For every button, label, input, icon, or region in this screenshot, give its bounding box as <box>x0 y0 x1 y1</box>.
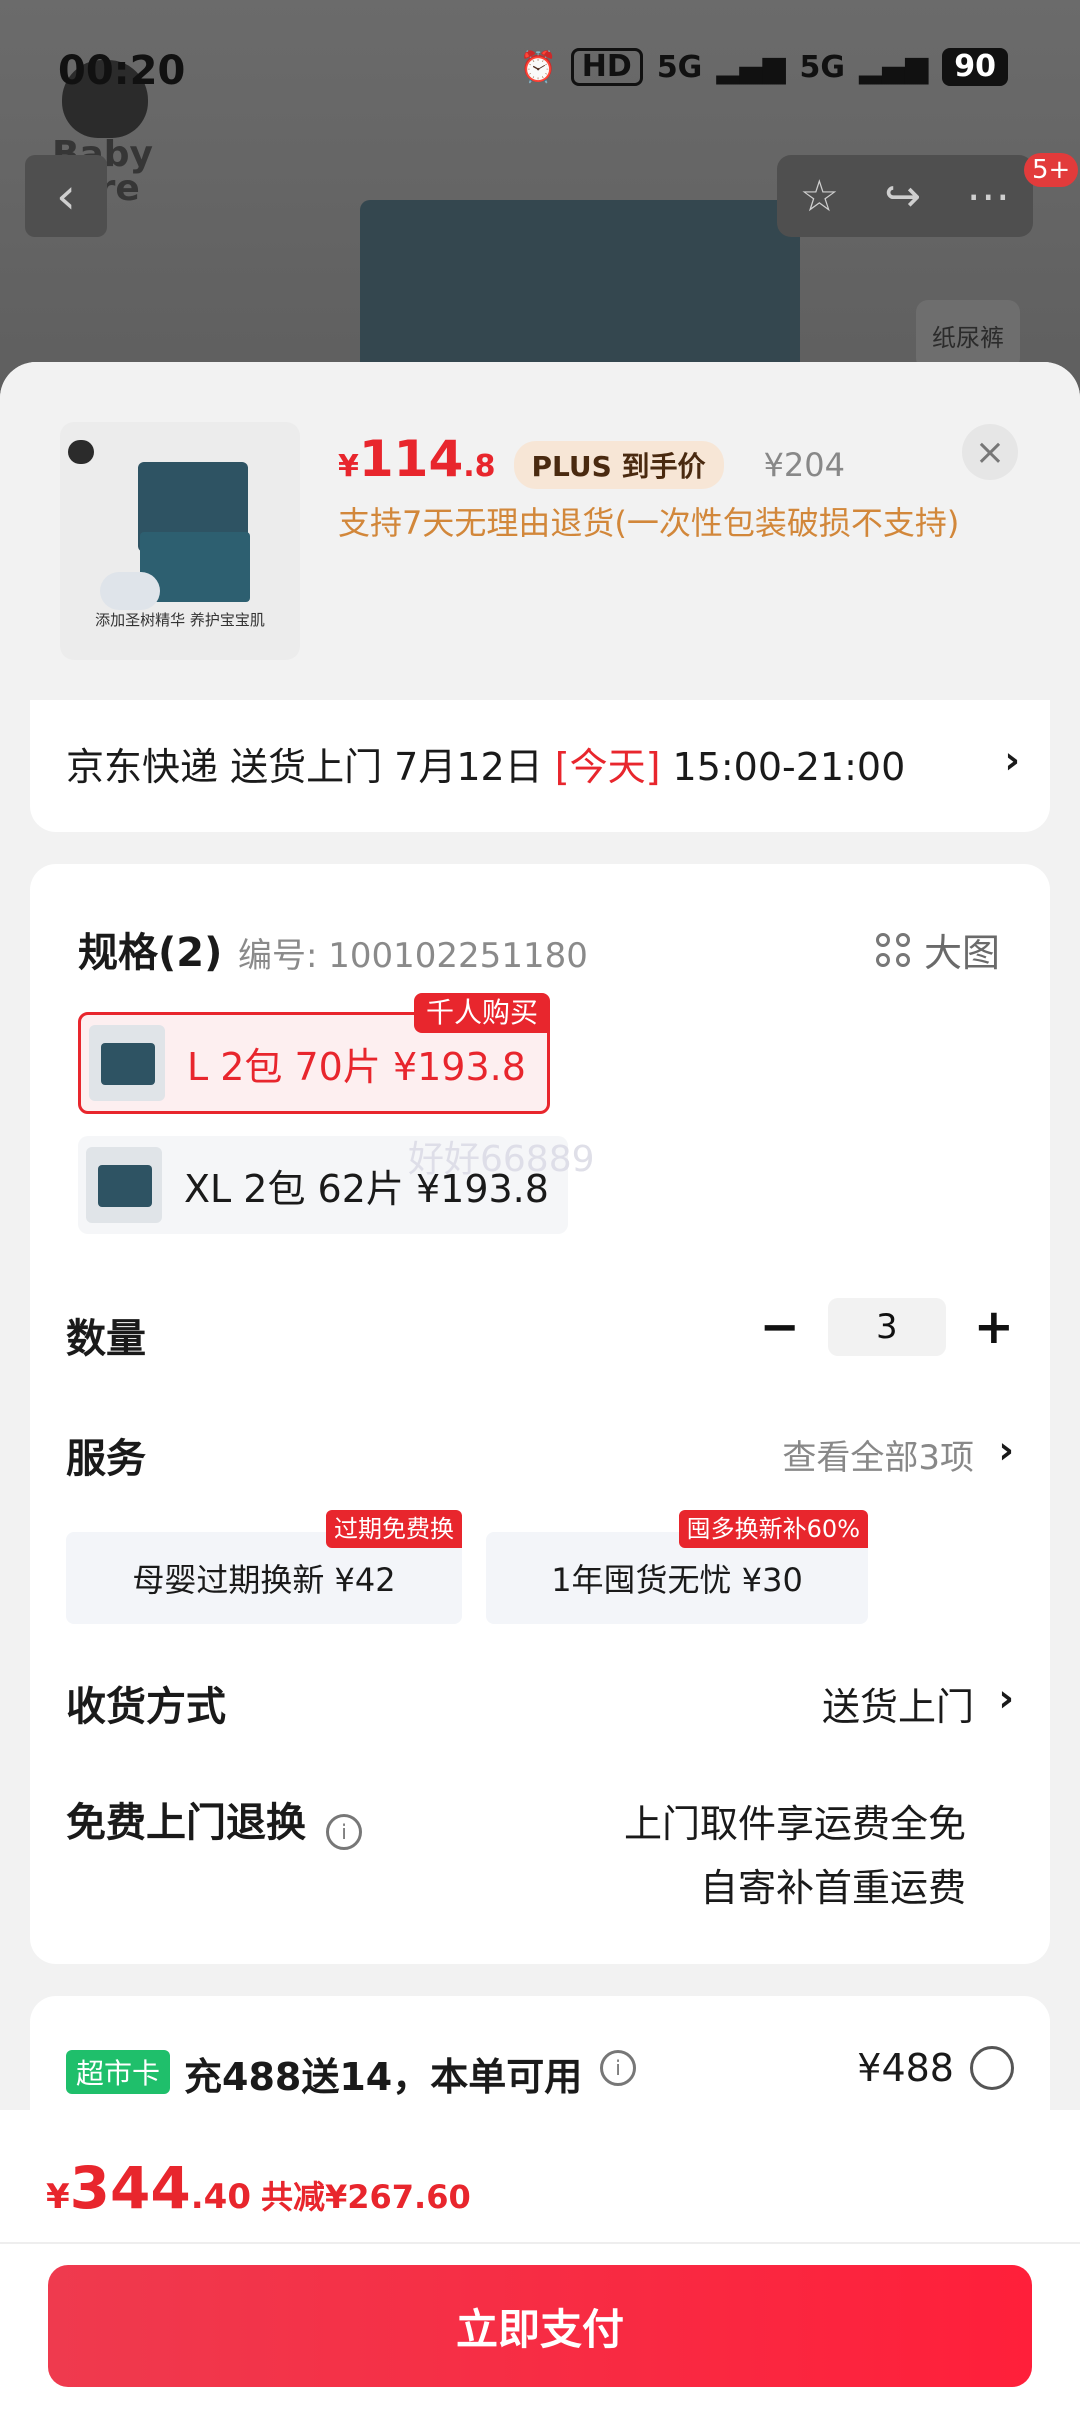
service-option-expiry[interactable]: 母婴过期换新 ¥42 过期免费换 <box>66 1510 462 1624</box>
battery-icon: 90 <box>942 48 1008 86</box>
signal-bars-icon-2: ▂▄▆ <box>859 49 929 85</box>
original-price: ¥204 <box>763 446 845 484</box>
alarm-icon: ⏰ <box>519 49 557 85</box>
delivery-window: 15:00-21:00 <box>660 745 906 789</box>
receive-label: 收货方式 <box>66 1684 226 1730</box>
status-bar-icons: ⏰ HD 5G ▂▄▆ 5G ▂▄▆ 90 <box>519 48 1008 86</box>
signal-5g-icon-2: 5G <box>799 49 846 85</box>
info-icon[interactable]: i <box>326 1813 362 1850</box>
delivery-info: 京东快递 送货上门 7月12日 <box>66 745 555 789</box>
watermark: 好好66889 <box>408 1139 595 1180</box>
quantity-stepper: − 3 + <box>760 1298 1014 1356</box>
more-icon[interactable]: ⋯ <box>966 171 1010 222</box>
delivery-row[interactable]: 京东快递 送货上门 7月12日 [今天] 15:00-21:00 › <box>30 700 1050 832</box>
chevron-right-icon: › <box>998 1676 1014 1720</box>
product-hero-image <box>360 200 800 380</box>
service-option-stock[interactable]: 1年囤货无忧 ¥30 囤多换新补60% <box>486 1510 868 1624</box>
share-icon[interactable]: ↪ <box>884 171 921 222</box>
product-code: 编号: 100102251180 <box>238 936 588 976</box>
chevron-right-icon: › <box>1004 738 1020 782</box>
option-thumbnail <box>86 1147 162 1223</box>
thumbnail-caption: 添加圣树精华 养护宝宝肌 <box>95 611 265 629</box>
plus-price-label: PLUS 到手价 <box>513 441 724 489</box>
free-return-detail: 上门取件享运费全免 自寄补首重运费 <box>623 1802 966 1910</box>
quantity-row: 数量 − 3 + <box>66 1298 1014 1364</box>
sheet-header: 添加圣树精华 养护宝宝肌 ¥114.8 PLUS 到手价 ¥204 支持7天无理… <box>0 362 1080 702</box>
category-tag[interactable]: 纸尿裤 <box>916 300 1020 370</box>
message-count-badge: 5+ <box>1024 153 1079 187</box>
checkout-bar: ¥344.40 共减¥267.60 立即支付 <box>0 2110 1080 2412</box>
purchase-sheet: 添加圣树精华 养护宝宝肌 ¥114.8 PLUS 到手价 ¥204 支持7天无理… <box>0 362 1080 2412</box>
close-icon: × <box>974 431 1006 473</box>
view-all-services[interactable]: 查看全部3项 <box>782 1430 974 1479</box>
service-badge: 囤多换新补60% <box>678 1510 868 1548</box>
divider <box>0 2242 1080 2244</box>
top-action-bar: ☆ ↪ ⋯ <box>777 155 1033 237</box>
supermarket-card-offer: 充488送14，本单可用 <box>184 2055 583 2099</box>
receive-method-row[interactable]: 收货方式 送货上门 › <box>66 1674 1014 1732</box>
free-return-label: 免费上门退换 <box>66 1800 306 1846</box>
total-price: ¥344.40 共减¥267.60 <box>46 2154 471 2222</box>
return-policy-note: 支持7天无理由退货(一次性包装破损不支持) <box>338 504 960 542</box>
quantity-value[interactable]: 3 <box>827 1298 946 1356</box>
grid-icon <box>875 932 910 967</box>
hd-icon: HD <box>570 48 643 86</box>
back-arrow-icon: ‹ <box>56 167 76 225</box>
supermarket-card-tag: 超市卡 <box>66 2050 171 2094</box>
option-label: L 2包 70片 ¥193.8 <box>187 1044 526 1089</box>
chevron-right-icon: › <box>998 1428 1014 1472</box>
signal-bars-icon: ▂▄▆ <box>716 49 786 85</box>
total-saving: 共减¥267.60 <box>260 2178 471 2216</box>
spec-option-l[interactable]: L 2包 70片 ¥193.8 千人购买 <box>78 993 550 1114</box>
signal-5g-icon: 5G <box>656 49 703 85</box>
service-label: 服务 <box>66 1436 146 1482</box>
free-return-row: 免费上门退换 i 上门取件享运费全免 自寄补首重运费 <box>66 1790 1014 1910</box>
options-card: 规格(2) 编号: 100102251180 大图 L 2包 70片 ¥193.… <box>30 864 1050 1964</box>
popular-badge: 千人购买 <box>413 993 550 1033</box>
price-row: ¥114.8 PLUS 到手价 ¥204 <box>338 430 845 489</box>
option-thumbnail <box>89 1025 165 1101</box>
status-time: 00:20 <box>58 48 186 94</box>
quantity-label: 数量 <box>66 1316 146 1362</box>
plus-price: ¥114.8 <box>338 430 496 488</box>
big-image-button[interactable]: 大图 <box>875 922 1000 977</box>
favorite-star-icon[interactable]: ☆ <box>800 171 839 222</box>
service-row: 服务 查看全部3项 › <box>66 1426 1014 1484</box>
back-button[interactable]: ‹ <box>25 155 107 237</box>
pay-now-button[interactable]: 立即支付 <box>48 2265 1032 2387</box>
info-icon[interactable]: i <box>600 2050 636 2086</box>
decrease-button[interactable]: − <box>760 1299 800 1355</box>
service-badge: 过期免费换 <box>326 1510 462 1548</box>
product-thumbnail: 添加圣树精华 养护宝宝肌 <box>60 422 300 660</box>
spec-title: 规格(2) <box>78 930 223 976</box>
supermarket-card-radio[interactable] <box>970 2046 1014 2090</box>
supermarket-card-price: ¥488 <box>857 2046 954 2090</box>
close-button[interactable]: × <box>962 424 1018 480</box>
receive-value: 送货上门 <box>821 1685 974 1729</box>
increase-button[interactable]: + <box>974 1299 1014 1355</box>
delivery-today: [今天] <box>554 745 661 789</box>
